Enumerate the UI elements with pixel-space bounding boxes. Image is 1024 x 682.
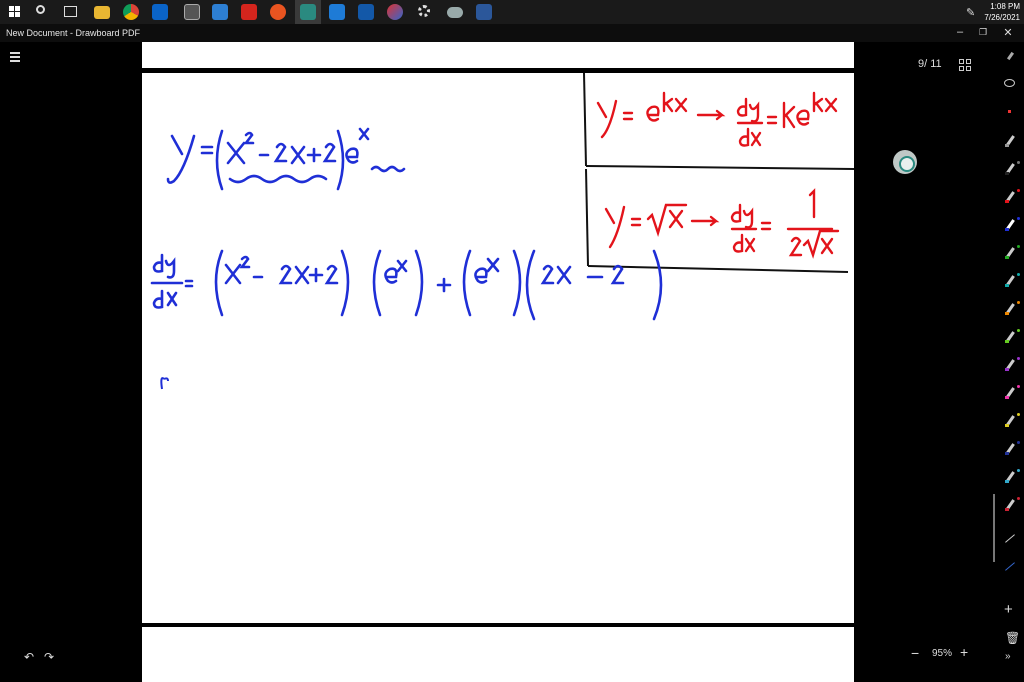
whiteboard-icon[interactable] — [358, 4, 374, 20]
trash-icon[interactable]: 🗑 — [1005, 631, 1020, 645]
next-page[interactable] — [142, 627, 854, 682]
clock-date: 7/26/2021 — [984, 13, 1020, 22]
stray-ink-mark — [160, 377, 169, 390]
maximize-button[interactable]: ❐ — [973, 27, 993, 38]
clock-time: 1:08 PM — [990, 2, 1020, 11]
rule-exponential — [596, 91, 838, 147]
acrobat-icon[interactable] — [241, 4, 257, 20]
line-tool-icon[interactable] — [1004, 532, 1016, 544]
add-tool-button[interactable]: + — [1004, 601, 1013, 618]
zoom-in-button[interactable]: + — [960, 644, 968, 660]
eraser-tool-icon[interactable] — [1004, 106, 1016, 118]
previous-page[interactable] — [142, 42, 854, 68]
undo-button[interactable]: ↶ — [24, 650, 34, 664]
page-grid-icon[interactable] — [959, 59, 973, 73]
window-title-bar: New Document - Drawboard PDF – ❐ ✕ — [0, 24, 1024, 42]
line-tool-blue-icon[interactable] — [1004, 560, 1016, 572]
collapse-rail-button[interactable]: » — [1005, 651, 1011, 662]
start-icon[interactable] — [9, 6, 20, 17]
pen-tool-navy-icon[interactable] — [1004, 441, 1020, 455]
rule-square-root — [604, 188, 840, 259]
tool-rail: + 🗑 » — [996, 42, 1024, 682]
tool-rail-scrollbar[interactable] — [993, 494, 995, 562]
onedrive-icon[interactable] — [447, 7, 463, 18]
page-indicator[interactable]: 9/ 11 — [918, 58, 942, 70]
zoom-level[interactable]: 95% — [932, 648, 952, 659]
pen-tool-crimson-icon[interactable] — [1004, 497, 1020, 511]
current-page[interactable] — [142, 72, 855, 623]
system-clock[interactable]: 1:08 PM 7/26/2021 — [984, 1, 1020, 23]
close-button[interactable]: ✕ — [998, 26, 1018, 39]
paint-icon[interactable] — [387, 4, 403, 20]
handwritten-notes — [150, 72, 855, 390]
word-icon[interactable] — [476, 4, 492, 20]
pen-tool-purple-icon[interactable] — [1004, 357, 1020, 371]
pen-tool-yellow-icon[interactable] — [1004, 413, 1020, 427]
zoom-out-button[interactable]: − — [911, 645, 919, 661]
select-tool-icon[interactable] — [1004, 51, 1016, 64]
windows-taskbar: ✎ 1:08 PM 7/26/2021 — [0, 0, 1024, 24]
redo-button[interactable]: ↷ — [44, 650, 54, 664]
file-explorer-icon[interactable] — [94, 6, 110, 19]
settings-icon[interactable] — [418, 5, 430, 17]
task-view-icon[interactable] — [64, 6, 77, 17]
pen-workspace-icon[interactable]: ✎ — [966, 6, 975, 19]
pen-tool-lime-icon[interactable] — [1004, 329, 1020, 343]
pen-tool-gray-icon[interactable] — [1004, 135, 1016, 147]
camera-icon[interactable] — [329, 4, 345, 20]
pen-tool-cyan-icon[interactable] — [1004, 469, 1020, 483]
document-workspace: 9/ 11 + 🗑 » ↶ ↷ − 95% + — [0, 42, 1024, 682]
ubuntu-icon[interactable] — [270, 4, 286, 20]
window-title: New Document - Drawboard PDF — [6, 28, 141, 38]
search-icon[interactable] — [36, 5, 45, 14]
pen-tool-pink-icon[interactable] — [1004, 385, 1020, 399]
minimize-button[interactable]: – — [950, 26, 970, 38]
outlook-icon[interactable] — [152, 4, 168, 20]
settings-gear-icon[interactable] — [893, 150, 917, 174]
pen-tool-green-icon[interactable] — [1004, 245, 1020, 259]
snipping-tool-icon[interactable] — [212, 4, 228, 20]
chrome-icon[interactable] — [123, 4, 139, 20]
pen-tool-blue-icon[interactable] — [1004, 217, 1020, 231]
function-equation — [166, 127, 406, 191]
pen-tool-orange-icon[interactable] — [1004, 301, 1020, 315]
drawboard-icon[interactable] — [300, 4, 316, 20]
pen-tool-red-icon[interactable] — [1004, 189, 1020, 203]
pen-tool-teal-icon[interactable] — [1004, 273, 1020, 287]
comment-tool-icon[interactable] — [1004, 79, 1016, 91]
derivative-equation — [150, 249, 663, 321]
calculator-icon[interactable] — [184, 4, 200, 20]
pen-tool-black-icon[interactable] — [1004, 161, 1020, 175]
hamburger-menu-icon[interactable] — [6, 50, 24, 64]
